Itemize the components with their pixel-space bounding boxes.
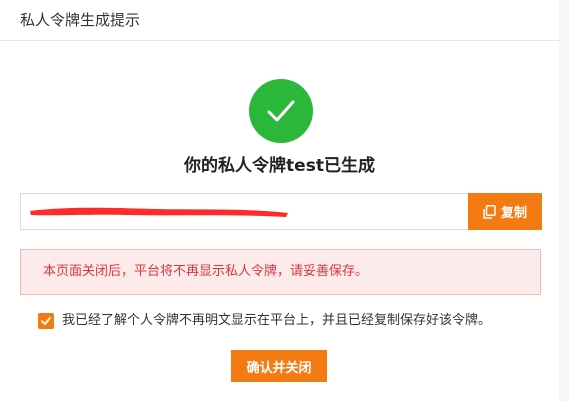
copy-icon [483,204,496,219]
token-redaction-mark [30,207,288,217]
checkmark-icon [267,100,295,122]
agreement-label: 我已经了解个人令牌不再明文显示在平台上，并且已经复制保存好该令牌。 [62,313,492,328]
copy-button[interactable]: 复制 [468,193,542,230]
check-icon [41,317,51,325]
success-check-icon [249,79,313,143]
copy-button-label: 复制 [500,206,527,221]
agreement-checkbox[interactable] [38,313,54,329]
agreement-row[interactable]: 我已经了解个人令牌不再明文显示在平台上，并且已经复制保存好该令牌。 [38,312,491,330]
dialog-header: 私人令牌生成提示 [0,0,559,41]
dialog-title: 私人令牌生成提示 [20,11,141,29]
warning-text: 本页面关闭后，平台将不再显示私人令牌，请妥善保存。 [43,264,369,279]
warning-alert: 本页面关闭后，平台将不再显示私人令牌，请妥善保存。 [20,249,541,295]
confirm-close-button[interactable]: 确认并关闭 [231,350,327,382]
background-edge [559,0,569,401]
token-dialog: 私人令牌生成提示 你的私人令牌test已生成 复制 本页面关闭后，平台将不再显示… [0,0,560,401]
token-generated-heading: 你的私人令牌test已生成 [184,156,375,176]
